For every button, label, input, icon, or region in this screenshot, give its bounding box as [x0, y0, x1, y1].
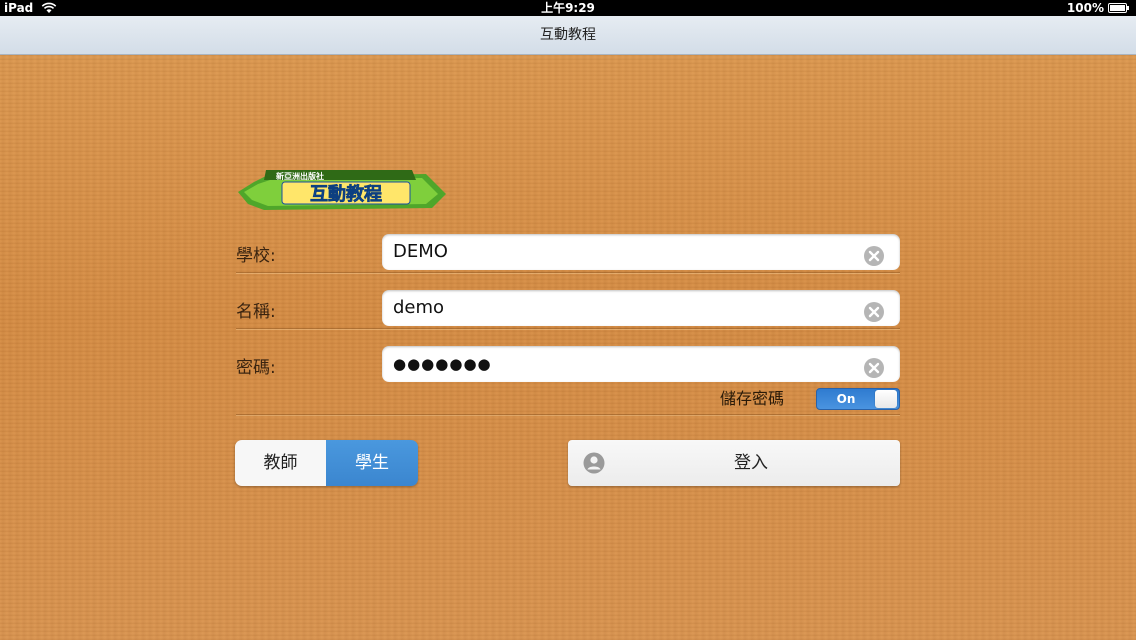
name-field[interactable]: demo — [382, 290, 900, 326]
app-logo: 新亞洲出版社 互動教程 — [238, 170, 446, 210]
battery-icon — [1108, 3, 1129, 13]
row-divider — [236, 414, 900, 415]
segment-student[interactable]: 學生 — [326, 440, 418, 486]
school-label: 學校: — [236, 246, 276, 266]
clear-icon[interactable] — [863, 245, 885, 267]
status-bar: iPad 上午9:29 100% — [0, 0, 1136, 16]
page-title: 互動教程 — [540, 27, 596, 43]
login-button[interactable]: 登入 — [568, 440, 900, 486]
battery-percent: 100% — [1066, 1, 1104, 15]
school-value: DEMO — [393, 241, 448, 262]
row-divider — [236, 328, 900, 329]
logo-publisher: 新亞洲出版社 — [276, 171, 324, 181]
row-divider — [236, 272, 900, 273]
password-field[interactable]: ●●●●●●● — [382, 346, 900, 382]
toggle-knob[interactable] — [875, 390, 897, 408]
status-time: 上午9:29 — [541, 1, 595, 15]
clear-icon[interactable] — [863, 301, 885, 323]
save-password-label: 儲存密碼 — [720, 389, 785, 408]
clear-icon[interactable] — [863, 357, 885, 379]
segment-teacher[interactable]: 教師 — [235, 440, 326, 486]
logo-name: 互動教程 — [310, 183, 382, 205]
app-screen: iPad 上午9:29 100% 互動教程 新亞洲出版社 互動教程 學校: DE… — [0, 0, 1136, 640]
name-label: 名稱: — [236, 302, 276, 322]
save-password-toggle[interactable]: On — [816, 388, 900, 410]
login-label: 登入 — [734, 453, 768, 473]
role-segmented-control: 教師 學生 — [235, 440, 418, 486]
name-value: demo — [393, 297, 445, 318]
school-field[interactable]: DEMO — [382, 234, 900, 270]
toggle-state-text: On — [836, 392, 856, 406]
password-value: ●●●●●●● — [393, 355, 492, 373]
password-label: 密碼: — [236, 358, 276, 378]
navigation-bar: 互動教程 — [0, 16, 1136, 55]
